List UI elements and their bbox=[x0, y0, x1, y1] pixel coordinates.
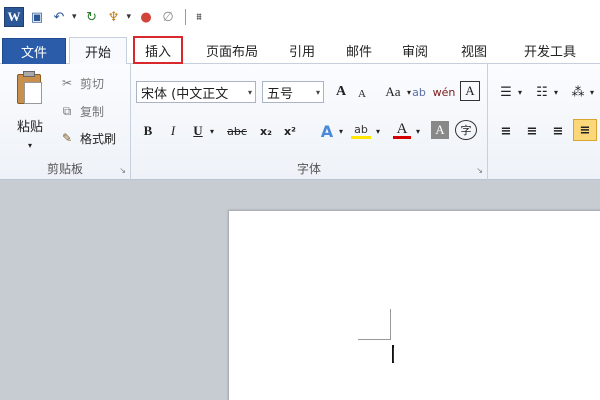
superscript-button[interactable]: x² bbox=[279, 120, 301, 142]
tab-insert[interactable]: 插入 bbox=[133, 36, 183, 64]
italic-button[interactable]: I bbox=[163, 120, 183, 142]
font-group: 宋体 (中文正文 ▾ 五号 ▾ A A Aa ▾ ab wén A B I U … bbox=[131, 64, 488, 180]
tab-references[interactable]: 引用 bbox=[280, 37, 324, 64]
clear-icon[interactable]: ∅ bbox=[159, 6, 177, 28]
align-right-button[interactable]: ≡ bbox=[548, 120, 568, 142]
tab-review[interactable]: 审阅 bbox=[393, 37, 437, 64]
phonetic-guide-button[interactable]: wén bbox=[431, 81, 457, 103]
align-left-button[interactable]: ≡ bbox=[496, 120, 516, 142]
clipboard-group-label: 剪贴板 bbox=[46, 162, 83, 176]
grow-font-button[interactable]: A bbox=[331, 81, 351, 103]
font-size-dropdown-icon[interactable]: ▾ bbox=[316, 88, 320, 97]
quick-access-toolbar: W ▣ ↶ ▾ ↻ ♆ ▾ ● ∅ ⩩ bbox=[0, 0, 600, 34]
clipboard-group: 粘贴 ▾ ✂ 剪切 ⧉ 复制 ✎ 格式刷 剪贴板 ↘ bbox=[0, 64, 131, 180]
format-painter-icon: ✎ bbox=[61, 131, 73, 145]
copy-label: 复制 bbox=[80, 104, 105, 119]
enclose-characters-button[interactable]: 字 bbox=[455, 120, 477, 140]
paste-button[interactable]: 粘贴 ▾ bbox=[8, 70, 52, 154]
tab-mailings[interactable]: 邮件 bbox=[337, 37, 381, 64]
document-area[interactable] bbox=[0, 180, 600, 400]
font-color-dropdown-icon[interactable]: ▾ bbox=[413, 120, 423, 142]
paste-icon bbox=[15, 70, 45, 106]
font-group-label: 字体 bbox=[296, 162, 321, 176]
word-app-icon[interactable]: W bbox=[4, 7, 24, 27]
align-center-button[interactable]: ≡ bbox=[522, 120, 542, 142]
numbering-button[interactable]: ☷ bbox=[532, 81, 552, 103]
clear-formatting-button[interactable]: ab bbox=[407, 81, 431, 103]
tab-page-layout[interactable]: 页面布局 bbox=[196, 37, 268, 64]
color-wheel-icon[interactable]: ● bbox=[137, 6, 155, 28]
font-launcher-icon[interactable]: ↘ bbox=[476, 166, 483, 175]
cut-button[interactable]: ✂ 剪切 bbox=[58, 72, 104, 94]
undo-icon[interactable]: ↶ bbox=[50, 6, 68, 28]
font-name-combo[interactable]: 宋体 (中文正文 ▾ bbox=[136, 81, 256, 103]
qat-separator bbox=[185, 9, 187, 25]
undo-dropdown-icon[interactable]: ▾ bbox=[72, 12, 77, 22]
font-size-value: 五号 bbox=[267, 86, 294, 102]
text-effects-button[interactable]: A bbox=[317, 120, 337, 142]
paste-label: 粘贴 bbox=[16, 120, 43, 135]
multilevel-list-button[interactable]: ⁂ bbox=[568, 81, 588, 103]
brush-dropdown-icon[interactable]: ▾ bbox=[127, 12, 132, 22]
font-name-value: 宋体 (中文正文 bbox=[141, 86, 229, 102]
change-case-button[interactable]: Aa bbox=[379, 81, 407, 103]
subscript-button[interactable]: x₂ bbox=[255, 120, 277, 142]
underline-dropdown-icon[interactable]: ▾ bbox=[207, 120, 217, 142]
highlight-dropdown-icon[interactable]: ▾ bbox=[373, 120, 383, 142]
tab-view[interactable]: 视图 bbox=[452, 37, 496, 64]
paste-dropdown-icon[interactable]: ▾ bbox=[28, 141, 32, 150]
format-brush-icon[interactable]: ♆ bbox=[105, 6, 123, 28]
save-icon[interactable]: ▣ bbox=[28, 6, 46, 28]
ribbon-tab-bar: 文件 开始 插入 页面布局 引用 邮件 审阅 视图 开发工具 bbox=[0, 34, 600, 65]
text-effects-dropdown-icon[interactable]: ▾ bbox=[336, 120, 346, 142]
highlight-label: ab bbox=[354, 122, 368, 136]
paragraph-group: ☰ ▾ ☷ ▾ ⁂ ▾ ≡ ≡ ≡ ≡ bbox=[488, 64, 600, 180]
multilevel-dropdown-icon[interactable]: ▾ bbox=[588, 81, 596, 103]
tab-file[interactable]: 文件 bbox=[2, 38, 66, 64]
font-size-combo[interactable]: 五号 ▾ bbox=[262, 81, 324, 103]
character-shading-button[interactable]: A bbox=[431, 121, 449, 139]
bold-button[interactable]: B bbox=[138, 120, 158, 142]
format-painter-label: 格式刷 bbox=[80, 131, 117, 146]
copy-icon: ⧉ bbox=[62, 103, 72, 118]
font-color-button[interactable]: A bbox=[391, 118, 413, 140]
font-color-bar bbox=[393, 136, 411, 139]
cut-label: 剪切 bbox=[80, 76, 105, 91]
justify-button[interactable]: ≡ bbox=[573, 119, 597, 141]
bullets-button[interactable]: ☰ bbox=[496, 81, 516, 103]
highlight-button[interactable]: ab bbox=[349, 118, 373, 140]
character-border-button[interactable]: A bbox=[460, 81, 480, 101]
strikethrough-button[interactable]: abc bbox=[223, 120, 251, 142]
shrink-font-button[interactable]: A bbox=[353, 83, 371, 105]
underline-button[interactable]: U bbox=[189, 120, 207, 142]
format-painter-button[interactable]: ✎ 格式刷 bbox=[58, 127, 116, 149]
copy-button[interactable]: ⧉ 复制 bbox=[58, 100, 104, 122]
ribbon-home-panel: 粘贴 ▾ ✂ 剪切 ⧉ 复制 ✎ 格式刷 剪贴板 ↘ 宋体 (中文正文 ▾ 五号… bbox=[0, 64, 600, 180]
document-page[interactable] bbox=[229, 211, 600, 400]
scissors-icon: ✂ bbox=[61, 76, 73, 90]
font-color-label: A bbox=[396, 120, 408, 137]
clipboard-launcher-icon[interactable]: ↘ bbox=[119, 166, 126, 175]
tab-home[interactable]: 开始 bbox=[69, 37, 127, 65]
redo-icon[interactable]: ↻ bbox=[83, 6, 101, 28]
bullets-dropdown-icon[interactable]: ▾ bbox=[516, 81, 524, 103]
tab-developer[interactable]: 开发工具 bbox=[512, 37, 588, 64]
customize-qat-icon[interactable]: ⩩ bbox=[190, 6, 208, 28]
font-name-dropdown-icon[interactable]: ▾ bbox=[248, 88, 252, 97]
ibeam-pointer-icon bbox=[393, 348, 399, 362]
margin-crop-mark-horizontal bbox=[358, 339, 391, 340]
highlight-color-bar bbox=[351, 136, 371, 139]
margin-crop-mark-vertical bbox=[390, 309, 391, 340]
numbering-dropdown-icon[interactable]: ▾ bbox=[552, 81, 560, 103]
